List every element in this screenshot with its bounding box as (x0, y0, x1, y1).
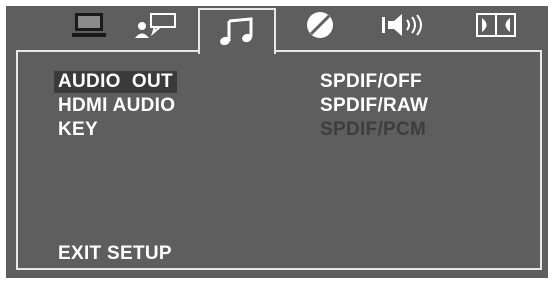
option-label: SPDIF/OFF (320, 71, 422, 92)
menu-item-key[interactable]: KEY (58, 119, 98, 141)
tab-language[interactable] (128, 6, 184, 44)
circle-slash-icon (305, 10, 335, 40)
menu-item-label: HDMI AUDIO (58, 95, 176, 116)
tab-bar (6, 6, 548, 54)
person-speech-icon (133, 11, 179, 39)
tab-dolby[interactable] (468, 6, 524, 44)
option-label: SPDIF/PCM (320, 119, 427, 140)
audio-setup-panel: AUDIO OUT HDMI AUDIO KEY SPDIF/OFF SPDIF… (16, 50, 542, 270)
option-label: SPDIF/RAW (320, 95, 429, 116)
speaker-volume-icon (380, 11, 430, 39)
exit-setup-button[interactable]: EXIT SETUP (58, 243, 172, 265)
tab-monitor[interactable] (64, 6, 114, 44)
menu-item-hdmi-audio[interactable]: HDMI AUDIO (58, 95, 175, 117)
tab-audio[interactable] (198, 8, 276, 54)
tab-speaker[interactable] (376, 6, 434, 44)
menu-item-label: KEY (58, 119, 98, 140)
option-spdif-pcm[interactable]: SPDIF/PCM (320, 119, 426, 141)
exit-setup-label: EXIT SETUP (58, 243, 172, 264)
setup-menu: AUDIO OUT HDMI AUDIO KEY SPDIF/OFF SPDIF… (6, 6, 548, 278)
tab-rating[interactable] (298, 6, 342, 44)
menu-item-label: AUDIO OUT (58, 71, 173, 92)
music-note-icon (217, 17, 257, 47)
option-spdif-off[interactable]: SPDIF/OFF (320, 71, 422, 93)
option-spdif-raw[interactable]: SPDIF/RAW (320, 95, 428, 117)
dolby-icon (476, 13, 516, 37)
monitor-icon (71, 12, 107, 38)
menu-item-audio-out[interactable]: AUDIO OUT (54, 71, 177, 93)
